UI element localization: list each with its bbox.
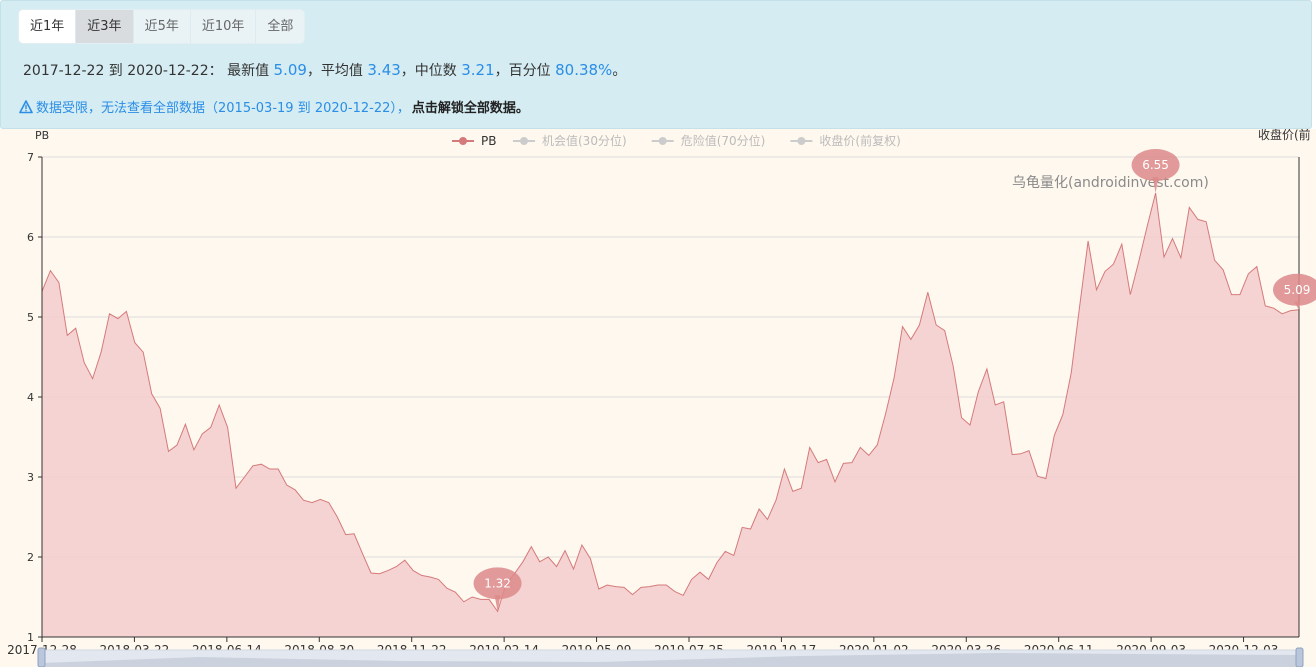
y-axis-label-left: PB [35, 129, 49, 142]
notice-text: 数据受限，无法查看全部数据（2015-03-19 到 2020-12-22）， [36, 101, 410, 116]
legend-item: 危险值(70分位) [651, 133, 766, 148]
tab-1y[interactable]: 近1年 [19, 10, 77, 43]
percentile-label: ，百分位 [494, 63, 551, 79]
y-tick-label: 6 [27, 231, 34, 244]
warning-icon [19, 99, 33, 113]
y-tick-label: 5 [27, 311, 34, 324]
legend-label: 收盘价(前复权) [819, 133, 900, 148]
stats-end: 。 [612, 63, 627, 79]
pb-area-fill [42, 193, 1299, 637]
legend-item: 机会值(30分位) [513, 133, 627, 148]
chart-legend: PB 机会值(30分位) 危险值(70分位) 收盘价(前复权) [452, 133, 901, 148]
tab-3y[interactable]: 近3年 [76, 10, 134, 43]
percentile-value: 80.38% [555, 61, 613, 79]
tab-all[interactable]: 全部 [256, 10, 305, 43]
legend-item: 收盘价(前复权) [790, 133, 901, 148]
pb-chart-area: 1234567 PB 收盘价(前 PB 机会值(30分位) 危险值(70分位) 收盘价… [0, 127, 1316, 668]
legend-symbol [459, 137, 467, 145]
range-tabs: 近1年 近3年 近5年 近10年 全部 [19, 10, 305, 43]
y-tick-label: 2 [27, 551, 34, 564]
zoom-handle-left[interactable] [37, 647, 46, 668]
legend-label: 机会值(30分位) [542, 133, 627, 148]
mean-value: 3.43 [367, 61, 401, 79]
marker-latest: 5.09 [1273, 273, 1316, 310]
legend-label: PB [481, 134, 496, 148]
legend-symbol [658, 137, 667, 145]
y-axis-ticks: 1234567 [27, 151, 42, 644]
marker-label: 1.32 [484, 576, 511, 590]
pb-chart: 1234567 PB 收盘价(前 PB 机会值(30分位) 危险值(70分位) 收盘价… [7, 127, 1316, 668]
legend-symbol [520, 137, 528, 145]
tab-5y[interactable]: 近5年 [133, 10, 191, 43]
data-limit-notice: 数据受限，无法查看全部数据（2015-03-19 到 2020-12-22）， … [19, 97, 529, 116]
y-tick-label: 4 [27, 391, 34, 404]
watermark: 乌龟量化(androidinvest.com) [1012, 175, 1209, 191]
zoom-handle-right[interactable] [1295, 647, 1304, 668]
tab-10y[interactable]: 近10年 [190, 10, 257, 43]
y-tick-label: 3 [27, 471, 34, 484]
legend-symbol [797, 137, 806, 145]
marker-label: 5.09 [1284, 283, 1311, 297]
marker-label: 6.55 [1142, 158, 1169, 172]
latest-value: 5.09 [273, 61, 307, 79]
unlock-link[interactable]: 点击解锁全部数据。 [412, 97, 529, 116]
summary-panel: 近1年 近3年 近5年 近10年 全部 2017-12-22 到 2020-12… [0, 0, 1312, 129]
legend-item: PB [452, 134, 496, 148]
data-zoom-slider[interactable] [37, 647, 1304, 668]
stats-range: 2017-12-22 到 2020-12-22： [23, 63, 223, 79]
y-axis-label-right: 收盘价(前 [1258, 129, 1311, 142]
y-tick-label: 7 [27, 151, 34, 164]
median-label: ，中位数 [400, 63, 457, 79]
latest-label: 最新值 [227, 63, 270, 79]
median-value: 3.21 [461, 61, 495, 79]
stats-line: 2017-12-22 到 2020-12-22： 最新值 5.09，平均值 3.… [23, 60, 626, 80]
mean-label: ，平均值 [306, 63, 363, 79]
legend-label: 危险值(70分位) [681, 133, 766, 148]
